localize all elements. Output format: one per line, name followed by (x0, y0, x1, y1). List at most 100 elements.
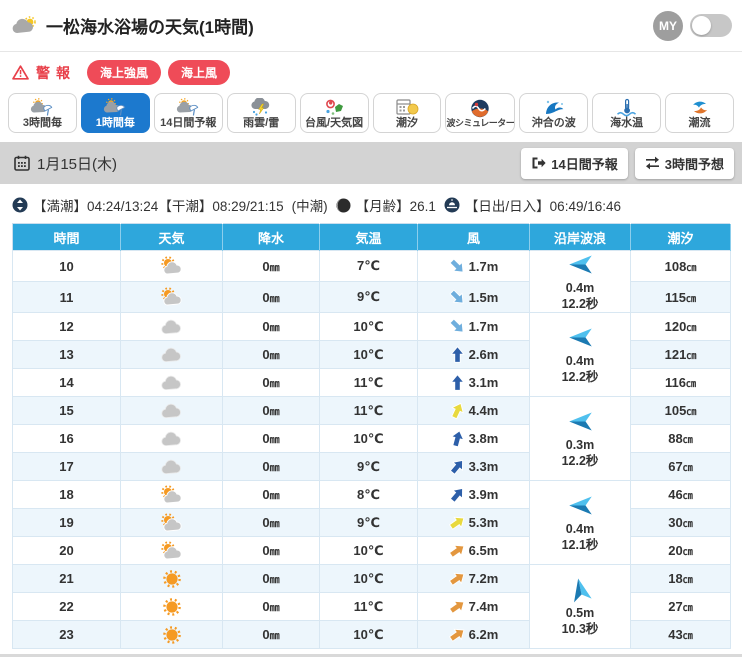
precip-cell: 0㎜ (222, 592, 320, 622)
precip-cell: 0㎜ (222, 620, 320, 650)
wind-cell: 6.5m (417, 536, 530, 566)
wind-direction-arrow-icon (449, 458, 466, 476)
weather-cell (120, 508, 223, 538)
time-cell: 13 (12, 340, 121, 370)
time-cell: 15 (12, 396, 121, 426)
tab-1hour[interactable]: 1時間毎 (80, 93, 150, 133)
wind-cell: 7.2m (417, 564, 530, 594)
forecast-table-wrap: 時間 天気 降水 気温風沿岸波浪 潮汐 10 0㎜ 7℃ 1.7m 0.4m 12.2秒 108㎝ 1… (0, 215, 742, 650)
wind-direction-arrow-icon (449, 318, 466, 335)
cloudy-weather-icon (158, 346, 185, 364)
swap-arrows-icon (645, 156, 660, 170)
tide-times: 【満潮】04:24/13:24【干潮】08:29/21:15 (33, 199, 284, 214)
time-cell: 23 (12, 620, 121, 650)
page-title: 一松海水浴場の天気(1時間) (46, 18, 254, 37)
precip-cell: 0㎜ (222, 368, 320, 398)
tab-offshore-wave[interactable]: 沖合の波 (519, 93, 589, 133)
time-cell: 10 (12, 249, 121, 283)
precip-cell: 0㎜ (222, 452, 320, 482)
wind-direction-arrow-icon (448, 598, 466, 615)
partly-cloudy-weather-icon (157, 256, 186, 276)
column-header: 風 (417, 223, 530, 251)
wave-simulator-icon (467, 99, 493, 118)
time-cell: 18 (12, 480, 121, 510)
moon-icon (336, 198, 351, 213)
warning-badges: 海上強風 海上風 (87, 60, 231, 85)
date-label: 1月15日(木) (37, 155, 118, 173)
weather-forecast-icon (102, 97, 128, 117)
wave-period: 12.2秒 (561, 369, 599, 384)
wind-speed: 6.2m (468, 627, 499, 643)
tab-bar: 3時間毎 1時間毎 14日間予報 雨雲/雷 台風/天気図 潮汐 波シミュレーター 沖合の波 海水… (0, 87, 742, 133)
wind-speed: 1.7m (468, 319, 499, 335)
partly-cloudy-weather-icon (157, 541, 186, 561)
precip-cell: 0㎜ (222, 396, 320, 426)
wind-speed: 7.2m (468, 571, 499, 587)
tab-tidal-current[interactable]: 潮流 (665, 93, 734, 133)
wind-direction-arrow-icon (449, 486, 466, 504)
temp-cell: 10℃ (319, 312, 418, 342)
temp-cell: 9℃ (319, 452, 418, 482)
wind-cell: 3.9m (417, 480, 530, 510)
my-badge[interactable]: MY (653, 10, 683, 41)
table-row: 10 0㎜ 7℃ 1.7m 0.4m 12.2秒 108㎝ (12, 249, 731, 314)
tab-typhoon-map[interactable]: 台風/天気図 (299, 93, 369, 133)
wind-direction-arrow-icon (448, 570, 466, 587)
tab-3hour[interactable]: 3時間毎 (8, 93, 77, 133)
tab-wave-simulator[interactable]: 波シミュレーター (445, 93, 516, 133)
warning-badge-1[interactable]: 海上風 (168, 60, 231, 85)
cloudy-weather-icon (158, 374, 185, 392)
tab-14day[interactable]: 14日間予報 (153, 93, 223, 133)
wind-speed: 1.7m (468, 258, 499, 274)
cloudy-weather-icon (158, 430, 185, 448)
wave-direction-arrow-icon (567, 576, 594, 606)
sunny-weather-icon (161, 596, 183, 618)
wind-direction-arrow-icon (448, 542, 466, 559)
sunrise-sunset-icon (444, 197, 460, 213)
table-header-row: 時間 天気 降水 気温風沿岸波浪 潮汐 (12, 223, 731, 251)
temp-cell: 9℃ (319, 508, 418, 538)
tab-sea-temperature[interactable]: 海水温 (592, 93, 662, 133)
tab-label: 潮流 (688, 116, 711, 129)
precip-cell: 0㎜ (222, 340, 320, 370)
tide-type: (中潮) (291, 199, 328, 214)
warning-label: 警報 (36, 64, 76, 81)
tab-label: 3時間毎 (22, 116, 63, 129)
my-toggle[interactable] (690, 14, 732, 37)
weather-cell (120, 620, 223, 650)
calendar-icon (14, 155, 30, 171)
temp-cell: 10℃ (319, 620, 418, 650)
column-header: 降水 (222, 223, 320, 251)
wind-cell: 1.5m (417, 281, 530, 314)
tide-cell: 88㎝ (630, 424, 731, 454)
fourteen-day-forecast-button[interactable]: 14日間予報 (521, 147, 628, 179)
wind-cell: 7.4m (417, 592, 530, 622)
tide-cell: 108㎝ (630, 249, 731, 283)
weather-cell (120, 424, 223, 454)
tab-label: 海水温 (610, 116, 644, 129)
tide-cell: 120㎝ (630, 312, 731, 342)
three-hour-forecast-button[interactable]: 3時間予想 (634, 147, 734, 179)
wave-period: 12.2秒 (561, 296, 599, 311)
weather-cell (120, 536, 223, 566)
coastal-wave-cell: 0.4m 12.2秒 (529, 249, 631, 314)
weather-forecast-icon (175, 97, 201, 117)
tab-tide[interactable]: 潮汐 (372, 93, 442, 133)
time-cell: 20 (12, 536, 121, 566)
temp-cell: 11℃ (319, 368, 418, 398)
wind-cell: 3.8m (417, 424, 530, 454)
wind-cell: 5.3m (417, 508, 530, 538)
weather-cell (120, 480, 223, 510)
warning-badge-0[interactable]: 海上強風 (87, 60, 162, 85)
time-cell: 12 (12, 312, 121, 342)
precip-cell: 0㎜ (222, 312, 320, 342)
tide-cell: 27㎝ (630, 592, 731, 622)
tab-rain-lightning[interactable]: 雨雲/雷 (226, 93, 296, 133)
partly-cloudy-weather-icon (157, 287, 186, 307)
tide-updown-icon (12, 197, 28, 213)
precip-cell: 0㎜ (222, 249, 320, 283)
warning-triangle-icon (12, 65, 29, 80)
wind-direction-arrow-icon (449, 430, 466, 448)
cloudy-weather-icon (158, 402, 185, 420)
precip-cell: 0㎜ (222, 480, 320, 510)
